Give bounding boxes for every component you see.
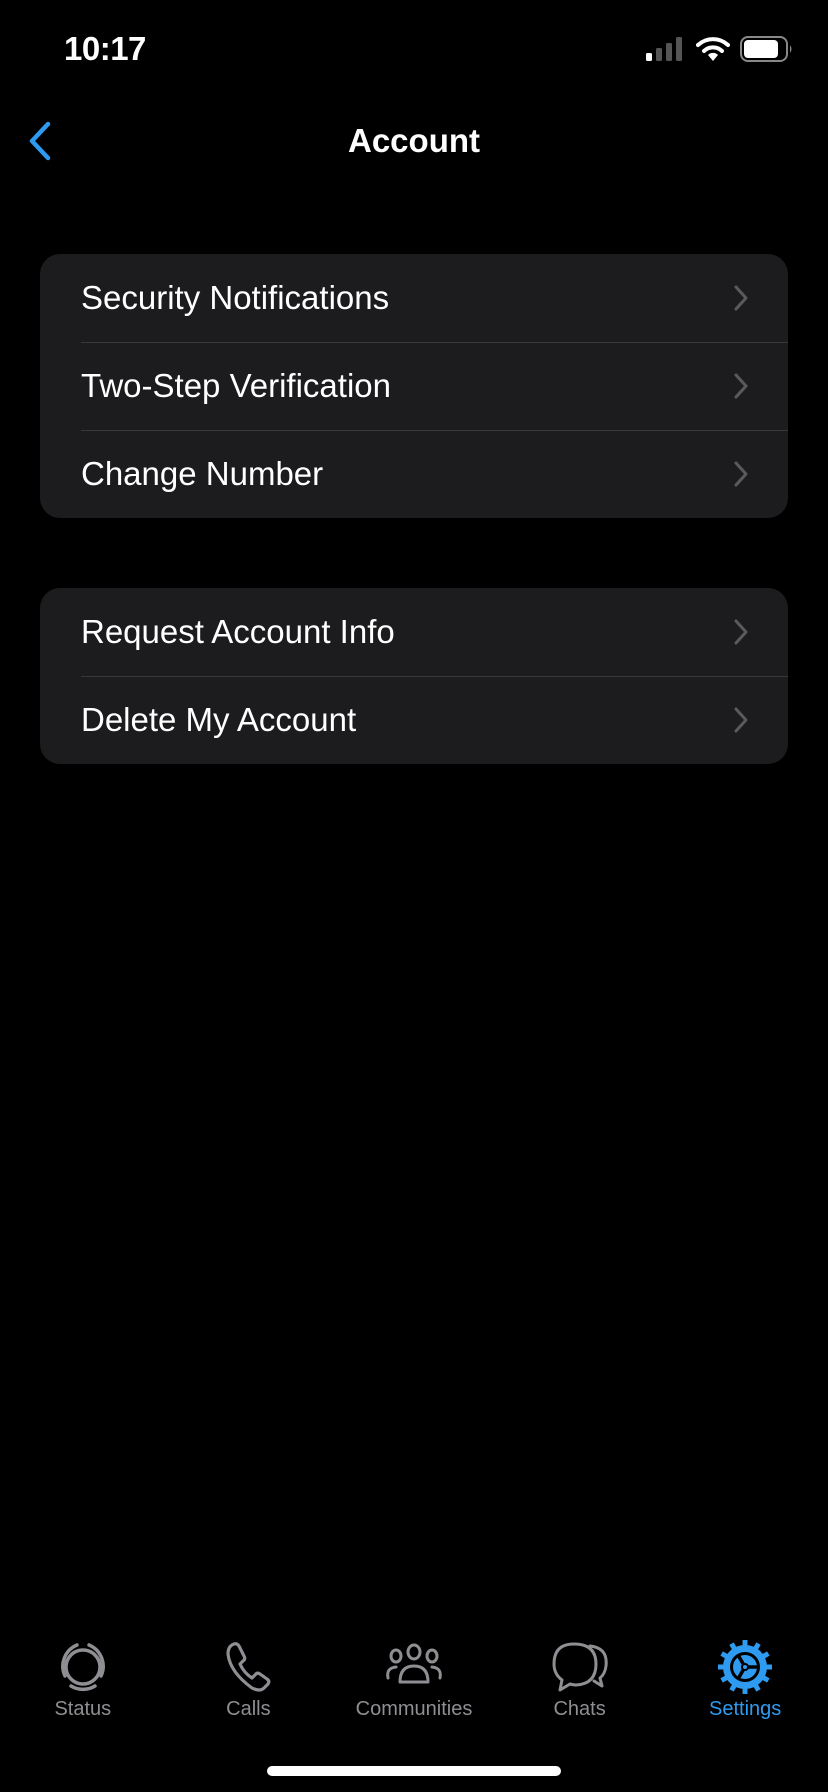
row-two-step-verification[interactable]: Two-Step Verification — [40, 342, 788, 430]
communities-icon — [386, 1643, 442, 1684]
settings-group-account: Request Account Info Delete My Account — [40, 588, 788, 764]
wifi-icon — [696, 37, 730, 61]
chats-icon — [552, 1642, 608, 1692]
tab-status[interactable]: Status — [0, 1620, 166, 1730]
status-time: 10:17 — [64, 30, 146, 67]
chevron-right-icon — [734, 461, 748, 487]
row-delete-my-account[interactable]: Delete My Account — [40, 676, 788, 764]
tab-label: Settings — [709, 1698, 782, 1720]
row-label: Request Account Info — [81, 613, 395, 650]
phone-icon — [226, 1642, 271, 1692]
tab-label: Communities — [355, 1698, 473, 1720]
tab-chats[interactable]: Chats — [497, 1620, 663, 1730]
settings-group-security: Security Notifications Two-Step Verifica… — [40, 254, 788, 518]
tab-settings[interactable]: Settings — [662, 1620, 828, 1730]
signal-icon — [646, 37, 682, 61]
row-change-number[interactable]: Change Number — [40, 430, 788, 518]
tab-label: Status — [54, 1698, 112, 1720]
battery-icon — [740, 36, 792, 62]
chevron-right-icon — [734, 285, 748, 311]
row-label: Two-Step Verification — [81, 367, 391, 404]
row-request-account-info[interactable]: Request Account Info — [40, 588, 788, 676]
chevron-right-icon — [734, 707, 748, 733]
status-icon — [60, 1643, 105, 1692]
row-label: Change Number — [81, 455, 324, 492]
tab-communities[interactable]: Communities — [331, 1620, 497, 1730]
tab-calls[interactable]: Calls — [166, 1620, 332, 1730]
tab-bar: Status Calls Communities Chats Settings — [0, 1620, 828, 1730]
tab-label: Calls — [226, 1698, 271, 1720]
home-indicator[interactable] — [267, 1766, 561, 1776]
row-label: Delete My Account — [81, 701, 357, 738]
row-label: Security Notifications — [81, 279, 390, 316]
chevron-right-icon — [734, 619, 748, 645]
navigation-bar: Account — [0, 100, 828, 180]
page-title: Account — [348, 122, 480, 159]
tab-label: Chats — [553, 1698, 606, 1720]
status-bar: 10:17 — [0, 0, 828, 100]
chevron-right-icon — [734, 373, 748, 399]
row-security-notifications[interactable]: Security Notifications — [40, 254, 788, 342]
settings-gear-icon — [718, 1640, 773, 1694]
